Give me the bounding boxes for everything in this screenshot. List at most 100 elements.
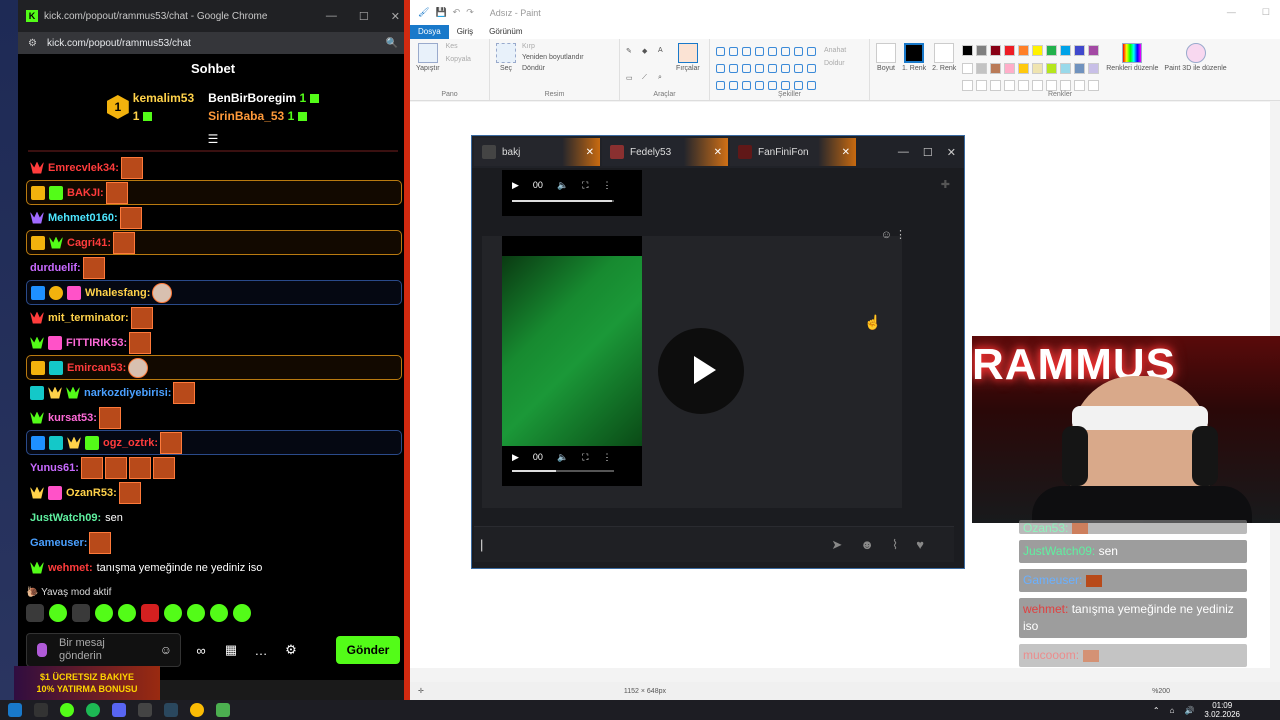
fullscreen-icon[interactable]: ⛶: [582, 180, 588, 191]
volume-icon[interactable]: 🔊: [1184, 706, 1194, 715]
leader-name[interactable]: SirinBaba_53: [208, 109, 284, 123]
send-icon[interactable]: ➤: [831, 537, 842, 553]
paint-task-icon[interactable]: [216, 703, 230, 717]
save-icon[interactable]: 💾: [435, 7, 446, 18]
chat-username[interactable]: BAKJI:: [67, 187, 104, 199]
zoom-level[interactable]: %200: [1152, 688, 1170, 695]
emote-icon[interactable]: [141, 604, 159, 622]
zoom-icon[interactable]: 🔍: [386, 38, 398, 49]
emote-icon[interactable]: [26, 604, 44, 622]
tab-giris[interactable]: Giriş: [449, 25, 481, 39]
maximize-icon[interactable]: ☐: [359, 10, 369, 23]
resize-button[interactable]: Yeniden boyutlandır: [522, 54, 584, 61]
more-icon[interactable]: ⋮: [602, 180, 611, 191]
chat-input[interactable]: Bir mesaj gönderin ☺: [26, 633, 181, 667]
play-button[interactable]: [658, 328, 744, 414]
site-settings-icon[interactable]: ⚙: [28, 38, 37, 49]
video-player[interactable]: ▶ 00 🔈 ⛶ ⋮: [502, 170, 642, 216]
kicks-icon[interactable]: ∞: [191, 643, 211, 658]
chat-message[interactable]: Whalesfang:: [26, 280, 402, 305]
chrome-icon[interactable]: [190, 703, 204, 717]
chat-username[interactable]: FITTIRIK53:: [66, 337, 127, 349]
emote-icon[interactable]: [164, 604, 182, 622]
size-button[interactable]: Boyut: [876, 43, 896, 96]
close-icon[interactable]: ✕: [391, 10, 400, 23]
brushes-button[interactable]: Fırçalar: [676, 43, 700, 96]
play-icon[interactable]: ▶: [512, 452, 519, 463]
edit-colors-button[interactable]: Renkleri düzenle: [1106, 43, 1158, 96]
maximize-icon[interactable]: ☐: [923, 146, 933, 159]
color-palette[interactable]: [962, 45, 1100, 96]
chat-message[interactable]: BAKJI:: [26, 180, 402, 205]
tab-fedely53[interactable]: Fedely53 ✕: [602, 138, 728, 166]
close-icon[interactable]: ✕: [714, 147, 722, 158]
outline-button[interactable]: Anahat: [824, 47, 846, 54]
tab-gorunum[interactable]: Görünüm: [481, 25, 530, 39]
chat-username[interactable]: OzanR53:: [66, 487, 117, 499]
url-bar[interactable]: ⚙ kick.com/popout/rammus53/chat 🔍: [18, 32, 408, 54]
chat-username[interactable]: Whalesfang:: [85, 287, 150, 299]
chat-username[interactable]: Gameuser:: [30, 537, 87, 549]
minimize-icon[interactable]: —: [326, 10, 337, 23]
volume-icon[interactable]: 🔈: [557, 180, 568, 191]
close-icon[interactable]: ✕: [586, 147, 594, 158]
play-icon[interactable]: ▶: [512, 180, 519, 191]
steam-icon[interactable]: [164, 703, 178, 717]
chat-username[interactable]: wehmet:: [48, 562, 93, 574]
emote-icon[interactable]: [72, 604, 90, 622]
color1-button[interactable]: 1. Renk: [902, 43, 926, 96]
rotate-button[interactable]: Döndür: [522, 65, 584, 72]
chat-username[interactable]: Emrecvlek34:: [48, 162, 119, 174]
redo-icon[interactable]: ↷: [466, 7, 474, 18]
video-progress[interactable]: [512, 470, 614, 472]
minimize-icon[interactable]: —: [1227, 7, 1236, 18]
chat-message[interactable]: Yunus61:: [26, 455, 402, 480]
copy-button[interactable]: Kopyala: [446, 56, 471, 63]
undo-icon[interactable]: ↶: [453, 7, 461, 18]
mic-icon[interactable]: [37, 643, 47, 657]
reaction-icon[interactable]: ☺ ⋮: [881, 228, 906, 241]
volume-icon[interactable]: 🔈: [557, 452, 568, 463]
chat-username[interactable]: JustWatch09:: [30, 512, 101, 524]
emoji-icon[interactable]: ☺: [160, 643, 172, 657]
chat-username[interactable]: Emircan53:: [67, 362, 126, 374]
leader-name[interactable]: BenBirBoregim: [208, 91, 296, 105]
fullscreen-icon[interactable]: ⛶: [582, 452, 588, 463]
chat-username[interactable]: durduelif:: [30, 262, 81, 274]
settings-icon[interactable]: ⚙: [281, 642, 301, 658]
paste-button[interactable]: Yapıştır: [416, 43, 440, 96]
emote-icon[interactable]: [233, 604, 251, 622]
crop-button[interactable]: Kırp: [522, 43, 584, 50]
color2-button[interactable]: 2. Renk: [932, 43, 956, 96]
tab-dosya[interactable]: Dosya: [410, 25, 449, 39]
emote-icon[interactable]: [210, 604, 228, 622]
minimize-icon[interactable]: —: [898, 146, 909, 159]
close-icon[interactable]: ✕: [842, 147, 850, 158]
chat-message[interactable]: FITTIRIK53:: [26, 330, 402, 355]
more-icon[interactable]: ⋮: [602, 452, 611, 463]
attach-icon[interactable]: ⌇: [892, 537, 898, 553]
emote-icon[interactable]: [95, 604, 113, 622]
emoji-icon[interactable]: ☻: [860, 537, 874, 552]
emote-icon[interactable]: [118, 604, 136, 622]
tab-fanfinifon[interactable]: FanFiniFon ✕: [730, 138, 856, 166]
chevron-up-icon[interactable]: ⌃: [1153, 706, 1160, 715]
kick-app-icon[interactable]: [60, 703, 74, 717]
chat-message[interactable]: kursat53:: [26, 405, 402, 430]
discord-icon[interactable]: [112, 703, 126, 717]
chat-message[interactable]: Emrecvlek34:: [26, 155, 402, 180]
chat-options-icon[interactable]: …: [251, 643, 271, 658]
paint3d-button[interactable]: Paint 3D ile düzenle: [1164, 43, 1227, 96]
close-icon[interactable]: ✕: [947, 146, 956, 159]
chat-message[interactable]: OzanR53:: [26, 480, 402, 505]
shapes-gallery[interactable]: [716, 47, 818, 96]
chat-message[interactable]: Mehmet0160:: [26, 205, 402, 230]
store-icon[interactable]: ▦: [221, 642, 241, 658]
start-icon[interactable]: [8, 703, 22, 717]
network-icon[interactable]: ⌂: [1170, 706, 1175, 715]
chat-username[interactable]: Cagri41:: [67, 237, 111, 249]
emote-icon[interactable]: [187, 604, 205, 622]
search-icon[interactable]: [34, 703, 48, 717]
pinned-expand-icon[interactable]: ☰: [18, 133, 408, 145]
chat-message[interactable]: durduelif:: [26, 255, 402, 280]
